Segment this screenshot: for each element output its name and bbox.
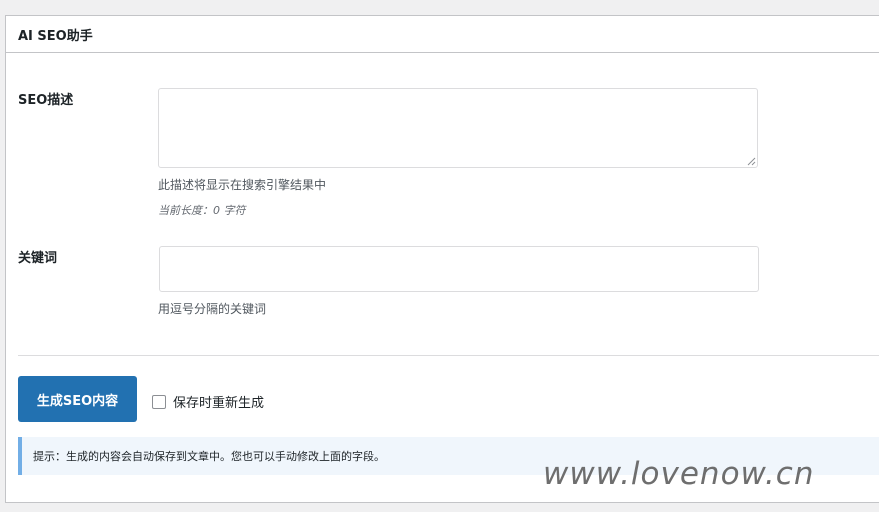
regenerate-on-save-label: 保存时重新生成 bbox=[173, 396, 265, 411]
watermark: www.lovenow.cn bbox=[543, 456, 815, 492]
ai-seo-panel: AI SEO助手 SEO描述 此描述将显示在搜索引擎结果中 当前长度：0 字符 … bbox=[5, 15, 879, 503]
panel-title: AI SEO助手 bbox=[6, 16, 879, 53]
keywords-label: 关键词 bbox=[18, 251, 58, 266]
seo-description-textarea[interactable] bbox=[158, 88, 758, 168]
section-divider bbox=[18, 355, 879, 356]
generate-seo-button[interactable]: 生成SEO内容 bbox=[18, 376, 137, 422]
resize-handle-icon[interactable] bbox=[747, 157, 756, 166]
seo-description-help: 此描述将显示在搜索引擎结果中 bbox=[158, 178, 327, 192]
seo-description-label: SEO描述 bbox=[18, 93, 74, 108]
notice-text: 提示：生成的内容会自动保存到文章中。您也可以手动修改上面的字段。 bbox=[33, 450, 385, 463]
seo-description-length: 当前长度：0 字符 bbox=[158, 204, 246, 217]
keywords-help: 用逗号分隔的关键词 bbox=[158, 302, 267, 316]
regenerate-on-save-checkbox[interactable] bbox=[152, 394, 166, 409]
regenerate-on-save-option[interactable]: 保存时重新生成 bbox=[152, 392, 264, 411]
keywords-input[interactable] bbox=[159, 246, 759, 292]
